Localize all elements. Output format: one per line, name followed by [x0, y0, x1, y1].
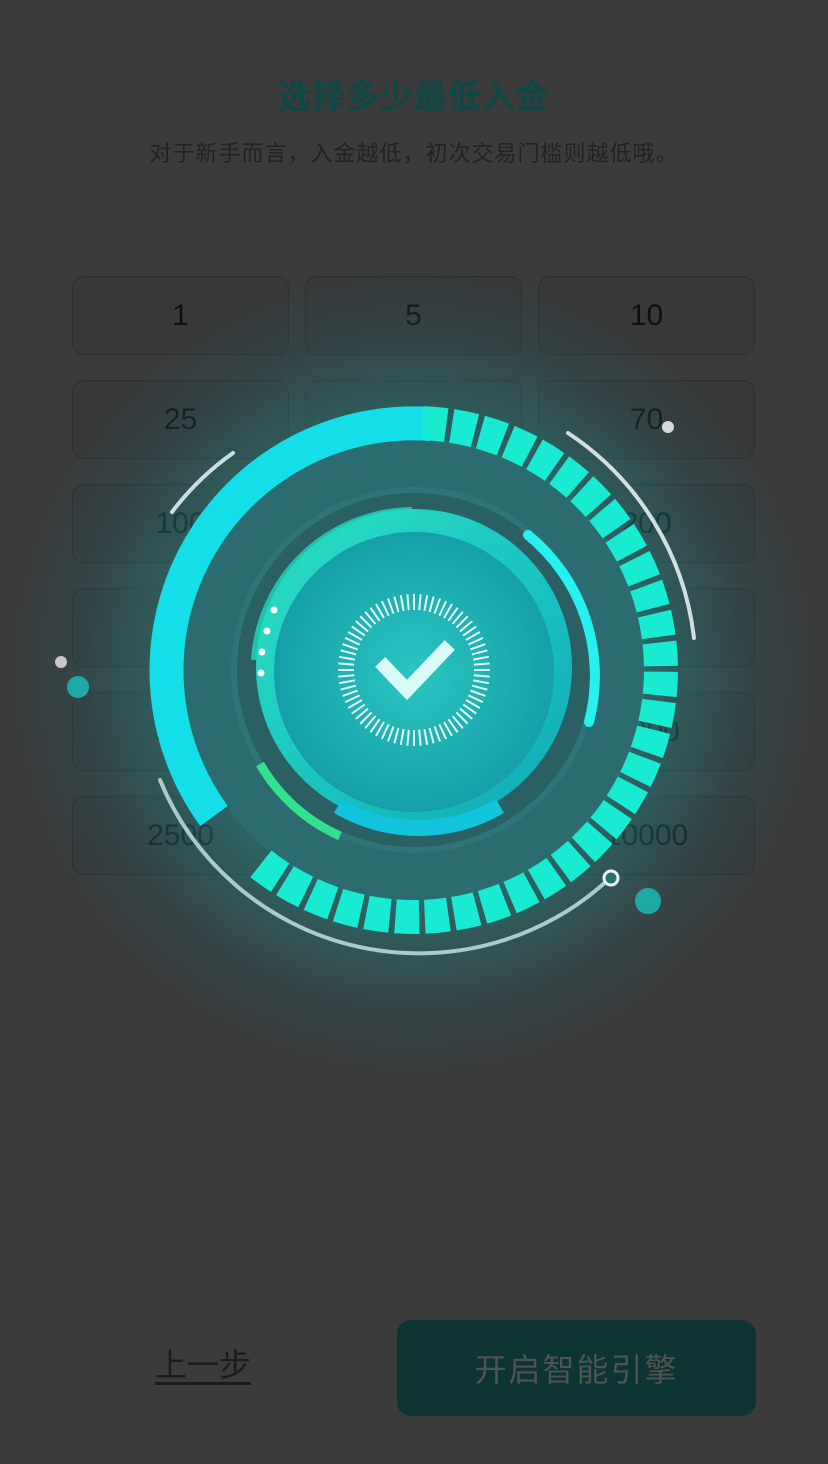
start-engine-button[interactable]: 开启智能引擎 — [397, 1320, 756, 1416]
amount-option[interactable]: 300 — [305, 588, 522, 667]
amount-option[interactable]: 400 — [538, 588, 755, 667]
amount-option[interactable]: 5000 — [305, 796, 522, 875]
amount-option[interactable]: 25 — [72, 380, 289, 459]
progress-segment — [451, 892, 482, 931]
amount-option[interactable]: 2500 — [72, 796, 289, 875]
floating-dot — [635, 888, 661, 914]
amount-option[interactable]: 150 — [305, 484, 522, 563]
progress-segment — [503, 872, 540, 914]
amount-option[interactable]: 500 — [72, 692, 289, 771]
progress-segment — [363, 895, 392, 933]
amount-option[interactable]: 70 — [538, 380, 755, 459]
amount-option[interactable]: 1000 — [305, 692, 522, 771]
amount-options-grid: 1 5 10 25 50 70 100 150 200 250 300 400 … — [72, 276, 756, 875]
progress-segment — [332, 888, 365, 928]
floating-dot — [55, 656, 67, 668]
amount-option[interactable]: 10000 — [538, 796, 755, 875]
page-title: 选择多少最低入金 — [278, 77, 550, 116]
amount-option[interactable]: 250 — [72, 588, 289, 667]
amount-option[interactable]: 2000 — [538, 692, 755, 771]
progress-segment — [477, 883, 512, 924]
back-button[interactable]: 上一步 — [118, 1340, 288, 1386]
amount-option[interactable]: 5 — [305, 276, 522, 355]
progress-segment — [394, 899, 420, 934]
amount-option[interactable]: 100 — [72, 484, 289, 563]
progress-segment — [303, 878, 339, 920]
progress-segment — [424, 897, 451, 934]
amount-option[interactable]: 50 — [305, 380, 522, 459]
amount-option[interactable]: 200 — [538, 484, 755, 563]
page-subtitle: 对于新手而言，入金越低，初次交易门槛则越低哦。 — [149, 142, 679, 167]
amount-option[interactable]: 1 — [72, 276, 289, 355]
amount-option[interactable]: 10 — [538, 276, 755, 355]
